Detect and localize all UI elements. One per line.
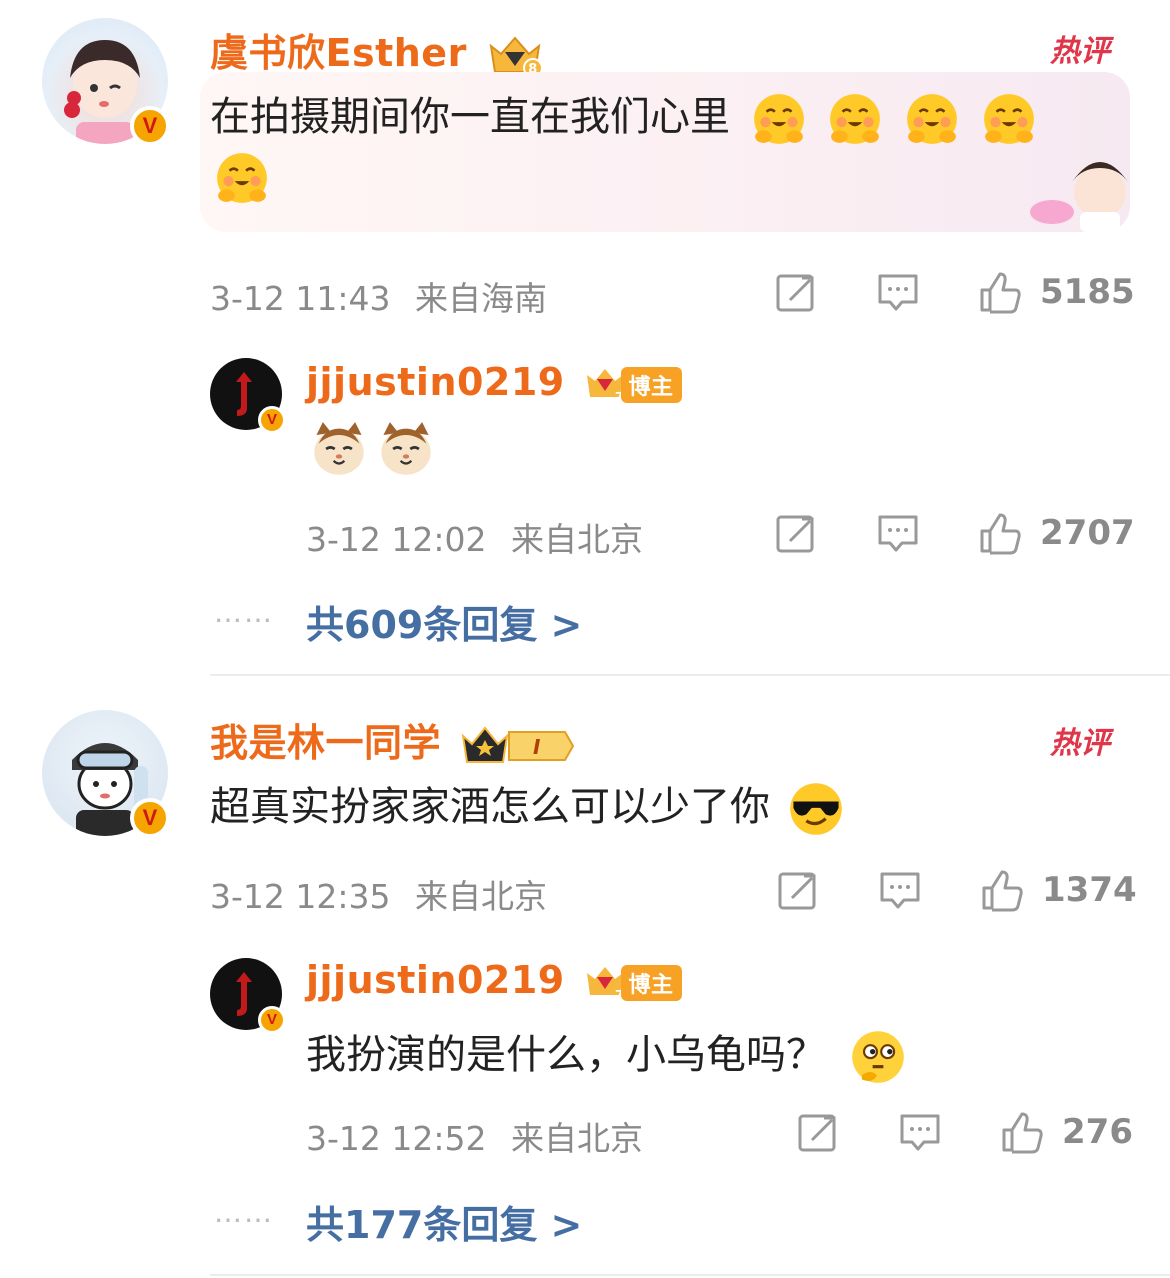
cat-emoji	[312, 420, 366, 477]
comment-username[interactable]: 我是林一同学 I	[210, 712, 577, 768]
comment-username[interactable]: 虞书欣Esther 8	[210, 22, 543, 78]
like-count: 1374	[1042, 870, 1137, 910]
reply-emojis	[310, 420, 435, 478]
more-replies-link[interactable]: 共177条回复 >	[306, 1194, 582, 1249]
avatar[interactable]: V	[42, 710, 170, 838]
verified-badge: V	[258, 406, 286, 434]
cat-emoji	[380, 420, 433, 477]
hug-emoji	[982, 92, 1036, 146]
share-icon[interactable]	[774, 270, 818, 314]
reply-meta: 3-12 12:02 来自北京	[306, 513, 643, 561]
reply-meta: 3-12 12:52 来自北京	[306, 1112, 643, 1160]
like-count: 2707	[1040, 513, 1135, 553]
reply-actions: 2707	[774, 511, 1135, 555]
like-count: 5185	[1040, 272, 1135, 312]
share-icon[interactable]	[774, 511, 818, 555]
reply-location: 来自北京	[511, 1119, 643, 1158]
comment-text: 在拍摄期间你一直在我们心里	[210, 84, 1037, 147]
hot-comment-label: 热评	[1050, 726, 1110, 761]
comment-time: 3-12 12:35	[210, 877, 391, 916]
comment-location: 来自北京	[415, 877, 547, 916]
hot-comment-label: 热评	[1050, 34, 1110, 69]
svg-text:I: I	[533, 735, 541, 759]
share-icon[interactable]	[796, 1110, 840, 1154]
comment-icon[interactable]	[876, 511, 920, 555]
comment-icon[interactable]	[878, 868, 922, 912]
reply-avatar[interactable]: V	[210, 358, 286, 434]
reply-username[interactable]: jjjustin0219 7 博主	[306, 360, 682, 405]
reply-location: 来自北京	[511, 520, 643, 559]
reply-actions: 276	[796, 1110, 1133, 1154]
hug-emoji	[829, 92, 882, 146]
thinking-emoji	[851, 1031, 904, 1083]
crown-icon: I	[461, 725, 574, 763]
like-icon[interactable]	[1000, 1110, 1044, 1154]
dots-separator: ……	[214, 1196, 274, 1229]
like-icon[interactable]	[978, 270, 1022, 314]
share-icon[interactable]	[776, 868, 820, 912]
hug-emoji	[905, 92, 959, 146]
reply-username[interactable]: jjjustin0219 7 博主	[306, 958, 682, 1003]
reply-text: 我扮演的是什么，小乌龟吗？	[306, 1022, 907, 1086]
author-tag: 博主	[620, 366, 682, 403]
comment-meta: 3-12 12:35 来自北京	[210, 870, 547, 918]
comment-time: 3-12 11:43	[210, 279, 391, 318]
hug-emoji	[752, 92, 805, 146]
like-count: 276	[1062, 1112, 1133, 1152]
decor-sticker	[1030, 162, 1128, 232]
comment-item: V 虞书欣Esther 8 热评 在拍摄期间你一直在我们心里 3-12 11:4…	[0, 0, 1170, 670]
comment-divider	[210, 1274, 1170, 1276]
comment-icon[interactable]	[876, 270, 920, 314]
comment-actions: 5185	[774, 270, 1135, 314]
reply-time: 3-12 12:52	[306, 1119, 487, 1158]
hug-emoji	[215, 151, 269, 205]
more-replies-link[interactable]: 共609条回复 >	[306, 594, 582, 649]
author-tag: 博主	[620, 964, 682, 1001]
verified-badge: V	[130, 798, 170, 838]
crown-icon: 7	[586, 966, 623, 1002]
reply-time: 3-12 12:02	[306, 520, 487, 559]
avatar[interactable]: V	[42, 18, 170, 146]
reply-avatar[interactable]: V	[210, 958, 286, 1034]
dots-separator: ……	[214, 596, 274, 629]
verified-badge: V	[258, 1006, 286, 1034]
comment-icon[interactable]	[898, 1110, 942, 1154]
cool-emoji	[789, 783, 842, 835]
comment-text: 超真实扮家家酒怎么可以少了你	[210, 774, 845, 838]
verified-badge: V	[130, 106, 170, 146]
comment-meta: 3-12 11:43 来自海南	[210, 272, 547, 320]
comment-location: 来自海南	[415, 279, 547, 318]
crown-icon: 8	[489, 35, 543, 78]
comment-item: V 我是林一同学 I 热评 超真实扮家家酒怎么可以少了你 3-12 12:35 …	[0, 676, 1170, 1276]
comment-actions: 1374	[776, 868, 1137, 912]
like-icon[interactable]	[980, 868, 1024, 912]
crown-icon: 7	[586, 368, 623, 404]
like-icon[interactable]	[978, 511, 1022, 555]
